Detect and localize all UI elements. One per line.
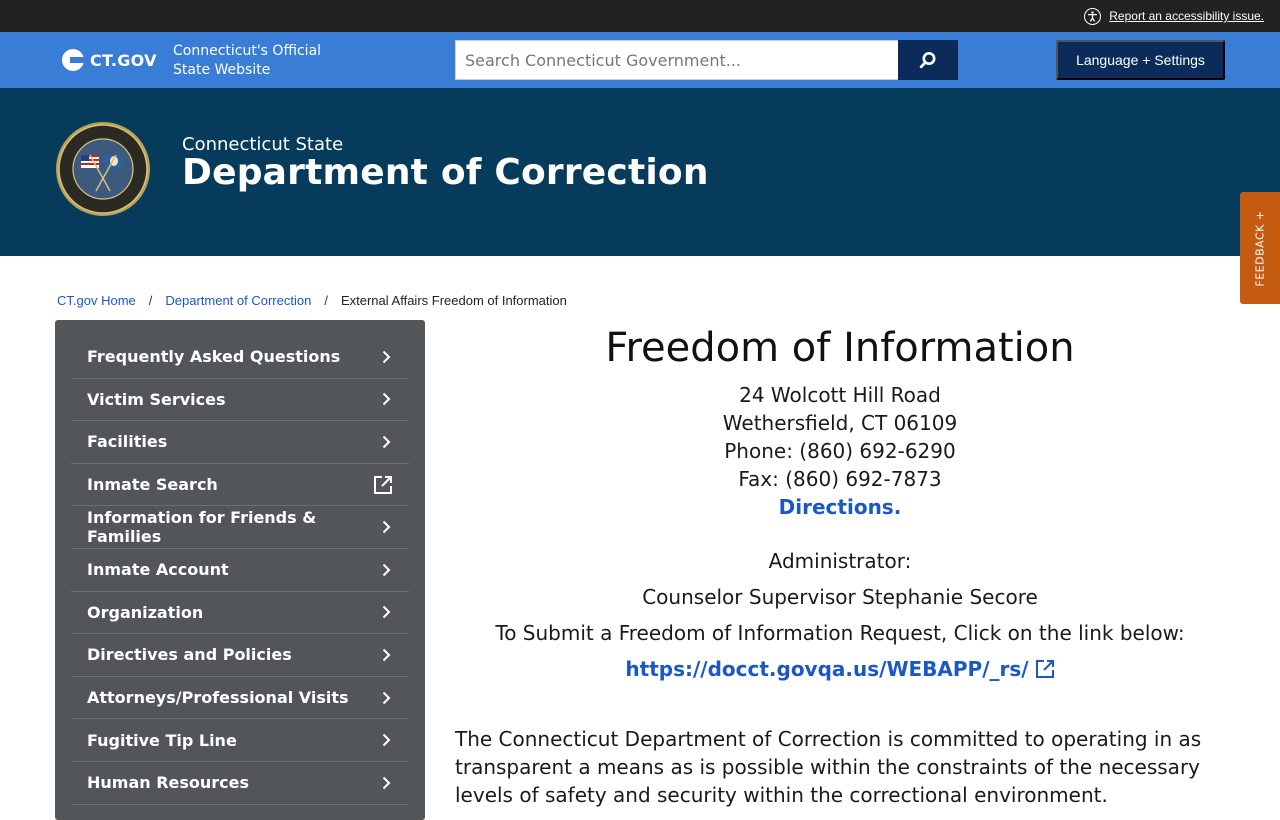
breadcrumb-current: External Affairs Freedom of Information bbox=[340, 293, 567, 308]
accessibility-report-label: Report an accessibility issue. bbox=[1109, 9, 1264, 23]
sidebar-item-label: Inmate Account bbox=[87, 560, 229, 580]
sidebar-item-label: Frequently Asked Questions bbox=[87, 347, 341, 367]
external-link-icon bbox=[1035, 660, 1054, 678]
ctgov-logo[interactable]: CT.GOV bbox=[62, 49, 157, 71]
sidebar-item-label: Organization bbox=[87, 602, 204, 622]
ctgov-logo-icon bbox=[62, 49, 84, 71]
sidebar-item-inmate-search[interactable]: Inmate Search bbox=[71, 464, 409, 507]
breadcrumb-separator: / bbox=[148, 293, 153, 308]
chevron-right-icon bbox=[379, 776, 393, 790]
agency-title[interactable]: Department of Correction bbox=[182, 152, 709, 193]
ctgov-logo-text: CT.GOV bbox=[90, 50, 157, 70]
address-line-1: 24 Wolcott Hill Road bbox=[739, 383, 941, 407]
sidebar-item-label: Human Resources bbox=[87, 773, 250, 793]
chevron-right-icon bbox=[379, 648, 393, 662]
sidebar-item-label: Information for Friends & Families bbox=[87, 508, 317, 547]
contact-block: 24 Wolcott Hill Road Wethersfield, CT 06… bbox=[455, 381, 1225, 521]
search-button[interactable] bbox=[898, 40, 958, 80]
sidebar-item-friends-families[interactable]: Information for Friends & Families bbox=[71, 506, 409, 549]
sidebar-item-label: Victim Services bbox=[87, 389, 226, 409]
search-input[interactable] bbox=[455, 40, 898, 80]
sidebar-item-label: Facilities bbox=[87, 432, 168, 452]
accessibility-report-link[interactable]: Report an accessibility issue. bbox=[1084, 7, 1264, 25]
sidebar-item-attorneys-visits[interactable]: Attorneys/Professional Visits bbox=[71, 677, 409, 720]
phone-number: Phone: (860) 692-6290 bbox=[724, 439, 956, 463]
sidebar-item-label: Attorneys/Professional Visits bbox=[87, 688, 349, 708]
sidebar-nav: Frequently Asked Questions Victim Servic… bbox=[55, 320, 425, 820]
chevron-right-icon bbox=[379, 605, 393, 619]
agency-seal-logo[interactable] bbox=[55, 121, 151, 217]
address-line-2: Wethersfield, CT 06109 bbox=[722, 411, 958, 435]
accessibility-icon bbox=[1084, 7, 1102, 25]
chevron-right-icon bbox=[379, 563, 393, 577]
breadcrumb-separator: / bbox=[324, 293, 328, 308]
sidebar-item-human-resources[interactable]: Human Resources bbox=[71, 762, 409, 805]
sidebar-item-label: Fugitive Tip Line bbox=[87, 730, 237, 750]
chevron-right-icon bbox=[380, 520, 393, 534]
page-title: Freedom of Information bbox=[605, 325, 1075, 371]
breadcrumb: CT.gov Home / Department of Correction /… bbox=[57, 293, 567, 308]
breadcrumb-dept-link[interactable]: Department of Correction bbox=[165, 293, 311, 308]
sidebar-item-fugitive-tip-line[interactable]: Fugitive Tip Line bbox=[71, 719, 409, 762]
sidebar-item-facilities[interactable]: Facilities bbox=[71, 421, 409, 464]
agency-header: Connecticut State Department of Correcti… bbox=[0, 88, 1280, 256]
sidebar-item-label: Directives and Policies bbox=[87, 645, 292, 665]
sidebar-item-directives-policies[interactable]: Directives and Policies bbox=[71, 634, 409, 677]
administrator-label: Administrator: bbox=[768, 549, 912, 573]
sidebar-item-inmate-account[interactable]: Inmate Account bbox=[71, 549, 409, 592]
chevron-right-icon bbox=[379, 691, 393, 705]
chevron-right-icon bbox=[379, 733, 393, 747]
main-content: Freedom of Information 24 Wolcott Hill R… bbox=[455, 320, 1225, 809]
administrator-name: Counselor Supervisor Stephanie Secore bbox=[642, 585, 1038, 609]
chevron-right-icon bbox=[379, 435, 393, 449]
search-icon bbox=[919, 52, 936, 69]
foi-request-url: https://docct.govqa.us/WEBAPP/_rs/ bbox=[625, 657, 1029, 681]
directions-link[interactable]: Directions. bbox=[779, 495, 902, 519]
sidebar-item-label: Inmate Search bbox=[87, 475, 218, 495]
fax-number: Fax: (860) 692-7873 bbox=[738, 467, 942, 491]
sidebar-item-organization[interactable]: Organization bbox=[71, 592, 409, 635]
ctgov-subtitle: Connecticut's Official State Website bbox=[173, 43, 322, 78]
chevron-right-icon bbox=[379, 350, 393, 364]
submit-instructions: To Submit a Freedom of Information Reque… bbox=[495, 621, 1185, 645]
foi-request-link[interactable]: https://docct.govqa.us/WEBAPP/_rs/ bbox=[625, 655, 1054, 683]
sidebar-item-faq[interactable]: Frequently Asked Questions bbox=[71, 336, 409, 379]
site-search bbox=[455, 40, 958, 80]
external-link-icon bbox=[373, 475, 393, 495]
sidebar-item-victim-services[interactable]: Victim Services bbox=[71, 379, 409, 422]
intro-paragraph: The Connecticut Department of Correction… bbox=[455, 727, 1202, 807]
language-settings-button[interactable]: Language + Settings bbox=[1056, 40, 1225, 80]
breadcrumb-home-link[interactable]: CT.gov Home bbox=[57, 293, 136, 308]
ctgov-bar: CT.GOV Connecticut's Official State Webs… bbox=[0, 32, 1280, 88]
feedback-tab[interactable]: FEEDBACK + bbox=[1240, 192, 1280, 304]
feedback-label: FEEDBACK + bbox=[1253, 209, 1267, 287]
chevron-right-icon bbox=[379, 392, 393, 406]
utility-bar: Report an accessibility issue. bbox=[0, 0, 1280, 32]
